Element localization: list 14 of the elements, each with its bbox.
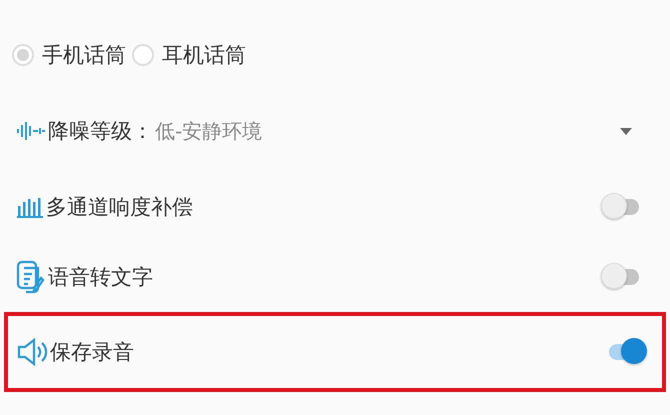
radio-button[interactable] <box>132 44 154 66</box>
radio-label: 手机话筒 <box>42 42 126 69</box>
setting-label: 语音转文字 <box>48 264 153 291</box>
noise-level-label: 降噪等级： <box>48 118 153 145</box>
document-pen-icon <box>16 260 46 294</box>
radio-label: 耳机话筒 <box>162 42 246 69</box>
speaker-icon <box>16 337 48 367</box>
radio-button[interactable] <box>12 44 34 66</box>
noise-level-value[interactable]: 低-安静环境 <box>155 118 262 144</box>
setting-label: 多通道响度补偿 <box>46 194 193 221</box>
setting-label: 保存录音 <box>50 339 134 366</box>
dropdown-caret-icon[interactable] <box>620 128 632 134</box>
waveform-icon <box>16 121 46 141</box>
bar-chart-icon <box>16 196 44 218</box>
